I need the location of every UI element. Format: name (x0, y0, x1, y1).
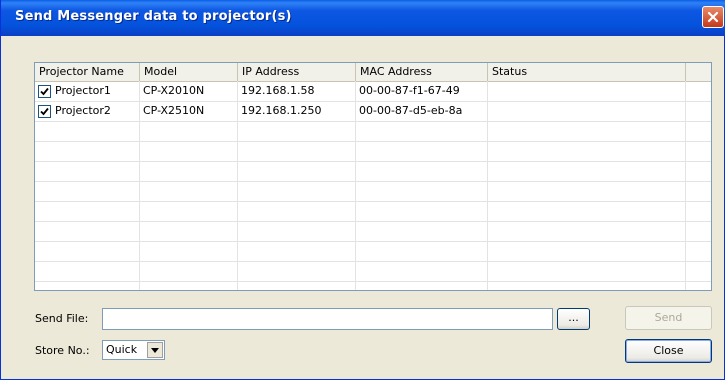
grid-line (35, 181, 711, 182)
projector-checkbox[interactable] (38, 85, 51, 98)
store-no-value: Quick (106, 343, 138, 356)
title-bar[interactable]: Send Messenger data to projector(s) (1, 0, 725, 36)
grid-line (35, 161, 711, 162)
cell-mac-address: 00-00-87-f1-67-49 (359, 84, 460, 97)
column-header-filler (686, 63, 711, 81)
send-file-label: Send File: (35, 312, 89, 325)
column-header-ip-address[interactable]: IP Address (238, 63, 356, 81)
list-header: Projector Name Model IP Address MAC Addr… (35, 63, 711, 82)
grid-line (35, 221, 711, 222)
chevron-down-icon (151, 347, 159, 353)
projector-name: Projector2 (55, 104, 111, 117)
cell-projector-name: Projector2 (35, 101, 139, 121)
store-no-select[interactable]: Quick (102, 340, 165, 360)
cell-mac-address: 00-00-87-d5-eb-8a (359, 104, 463, 117)
projector-name: Projector1 (55, 84, 111, 97)
column-header-mac-address[interactable]: MAC Address (356, 63, 488, 81)
table-row[interactable]: Projector1 CP-X2010N 192.168.1.58 00-00-… (35, 81, 711, 101)
window-title: Send Messenger data to projector(s) (15, 9, 292, 24)
close-button[interactable]: Close (625, 339, 712, 363)
grid-line (35, 201, 711, 202)
grid-line (35, 141, 711, 142)
table-row[interactable]: Projector2 CP-X2510N 192.168.1.250 00-00… (35, 101, 711, 121)
browse-button[interactable]: ... (557, 308, 590, 330)
cell-status (487, 81, 685, 101)
send-button[interactable]: Send (625, 306, 712, 330)
store-no-label: Store No.: (35, 344, 90, 357)
grid-line (35, 121, 711, 122)
grid-line (35, 261, 711, 262)
column-header-status[interactable]: Status (488, 63, 686, 81)
close-window-button[interactable] (702, 6, 724, 28)
projector-list[interactable]: Projector Name Model IP Address MAC Addr… (34, 62, 712, 291)
dropdown-arrow-button[interactable] (147, 342, 163, 358)
cell-model: CP-X2510N (143, 104, 205, 117)
grid-line (35, 241, 711, 242)
checkmark-icon (40, 107, 49, 116)
grid-line (35, 281, 711, 282)
send-file-input[interactable] (102, 308, 553, 330)
cell-ip-address: 192.168.1.250 (241, 104, 322, 117)
cell-status (487, 101, 685, 121)
close-icon (707, 11, 719, 23)
column-header-model[interactable]: Model (140, 63, 238, 81)
cell-model: CP-X2010N (143, 84, 205, 97)
projector-checkbox[interactable] (38, 105, 51, 118)
cell-projector-name: Projector1 (35, 81, 139, 101)
checkmark-icon (40, 87, 49, 96)
column-header-projector-name[interactable]: Projector Name (35, 63, 140, 81)
dialog-window: Send Messenger data to projector(s) Proj… (0, 0, 725, 380)
cell-ip-address: 192.168.1.58 (241, 84, 315, 97)
